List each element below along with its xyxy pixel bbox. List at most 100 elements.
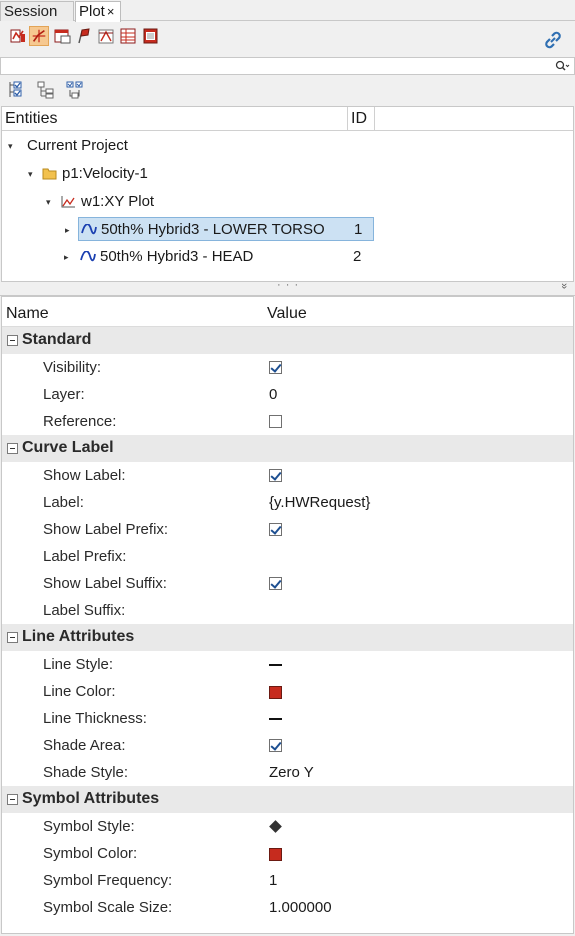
tree-item-curve-head[interactable]: ▸ 50th% Hybrid3 - HEAD 2	[64, 245, 374, 269]
collapse-group-icon[interactable]	[7, 794, 18, 805]
expand-arrow-icon[interactable]: ▸	[65, 218, 75, 242]
tree-item-label: 50th% Hybrid3 - LOWER TORSO	[101, 221, 325, 238]
prop-label-suffix: Label Suffix:	[2, 597, 573, 624]
prop-name: Shade Area:	[43, 737, 126, 754]
prop-symbol-color: Symbol Color:	[2, 840, 573, 867]
collapse-arrow-icon[interactable]: ▾	[28, 162, 38, 186]
prop-name: Show Label Suffix:	[43, 575, 167, 592]
print-icon[interactable]	[140, 26, 160, 46]
prop-name: Shade Style:	[43, 764, 129, 781]
prop-name: Symbol Style:	[43, 818, 135, 835]
group-title: Symbol Attributes	[22, 790, 160, 807]
prop-layer: Layer: 0	[2, 381, 573, 408]
tab-session-label: Session	[4, 3, 58, 20]
expand-arrow-icon[interactable]: ▸	[64, 245, 74, 269]
link-icon[interactable]	[541, 28, 565, 52]
show-label-checkbox[interactable]	[269, 469, 282, 482]
prop-symbol-style: Symbol Style:	[2, 813, 573, 840]
group-title: Line Attributes	[22, 628, 135, 645]
prop-symbol-scale-size: Symbol Scale Size: 1.000000	[2, 894, 573, 921]
splitter-grip[interactable]: · · ·	[277, 279, 299, 291]
line-thickness-swatch[interactable]	[269, 718, 282, 720]
visibility-checkbox[interactable]	[269, 361, 282, 374]
tree-item-page[interactable]: ▾ p1:Velocity-1	[2, 162, 573, 186]
datum-icon[interactable]	[96, 26, 116, 46]
prop-shade-area: Shade Area:	[2, 732, 573, 759]
tab-plot-label: Plot	[79, 3, 105, 20]
prop-show-label-suffix: Show Label Suffix:	[2, 570, 573, 597]
prop-name: Show Label:	[43, 467, 126, 484]
prop-name: Symbol Frequency:	[43, 872, 173, 889]
collapse-arrow-icon[interactable]: ▾	[8, 134, 18, 158]
expand-all-icon[interactable]	[7, 80, 27, 100]
collapse-group-icon[interactable]	[7, 335, 18, 346]
entities-column-header[interactable]: Entities	[5, 110, 57, 128]
tab-session[interactable]: Session	[0, 1, 74, 21]
prop-name: Symbol Color:	[43, 845, 138, 862]
reference-checkbox[interactable]	[269, 415, 282, 428]
tree-item-label: Current Project	[27, 137, 128, 154]
tab-bar: Session Plot ×	[0, 0, 575, 22]
tree-view-icon[interactable]	[36, 80, 56, 100]
group-standard[interactable]: Standard	[2, 327, 573, 354]
line-style-swatch[interactable]	[269, 664, 282, 666]
show-label-suffix-checkbox[interactable]	[269, 577, 282, 590]
plot-toolbar	[0, 22, 575, 58]
prop-name: Show Label Prefix:	[43, 521, 169, 538]
id-column-header[interactable]: ID	[347, 107, 375, 131]
show-label-prefix-checkbox[interactable]	[269, 523, 282, 536]
tree-item-curve-lower-torso[interactable]: ▸ 50th% Hybrid3 - LOWER TORSO 1	[65, 217, 374, 241]
group-curve-label[interactable]: Curve Label	[2, 435, 573, 462]
tree-item-label: p1:Velocity-1	[62, 165, 148, 182]
collapse-group-icon[interactable]	[7, 443, 18, 454]
group-line-attributes[interactable]: Line Attributes	[2, 624, 573, 651]
plot-browser-icon[interactable]	[8, 26, 28, 46]
prop-reference: Reference:	[2, 408, 573, 435]
window-icon[interactable]	[52, 26, 72, 46]
entities-panel: Entities ID ▾ Current Project ▾ p1:Veloc…	[1, 106, 574, 282]
line-color-swatch[interactable]	[269, 686, 282, 699]
xy-plot-icon	[61, 196, 75, 208]
prop-name: Label:	[43, 494, 84, 511]
prop-line-thickness: Line Thickness:	[2, 705, 573, 732]
sync-icon[interactable]	[65, 80, 85, 100]
tree-item-current-project[interactable]: ▾ Current Project	[2, 134, 573, 158]
tree-item-window[interactable]: ▾ w1:XY Plot	[2, 190, 573, 214]
search-input[interactable]	[0, 57, 575, 75]
tree-item-id: 2	[353, 248, 362, 265]
table-icon[interactable]	[118, 26, 138, 46]
symbol-color-swatch[interactable]	[269, 848, 282, 861]
diamond-symbol-icon[interactable]	[269, 820, 282, 833]
shade-style-value[interactable]: Zero Y	[269, 764, 314, 781]
prop-label: Label: {y.HWRequest}	[2, 489, 573, 516]
group-title: Curve Label	[22, 439, 114, 456]
prop-name: Line Color:	[43, 683, 116, 700]
tree-item-label: w1:XY Plot	[81, 193, 155, 210]
layer-value[interactable]: 0	[269, 386, 277, 403]
symbol-frequency-value[interactable]: 1	[269, 872, 277, 889]
curve-tool-icon[interactable]	[29, 26, 49, 46]
prop-name: Line Thickness:	[43, 710, 147, 727]
prop-symbol-frequency: Symbol Frequency: 1	[2, 867, 573, 894]
name-column-header: Name	[6, 305, 49, 322]
prop-name: Reference:	[43, 413, 117, 430]
prop-name: Layer:	[43, 386, 85, 403]
prop-line-color: Line Color:	[2, 678, 573, 705]
symbol-scale-size-value[interactable]: 1.000000	[269, 899, 332, 916]
prop-name: Symbol Scale Size:	[43, 899, 173, 916]
prop-line-style: Line Style:	[2, 651, 573, 678]
prop-name: Visibility:	[43, 359, 102, 376]
prop-show-label-prefix: Show Label Prefix:	[2, 516, 573, 543]
label-value[interactable]: {y.HWRequest}	[269, 494, 370, 511]
collapse-panel-icon[interactable]: »	[558, 283, 570, 289]
note-icon[interactable]	[74, 26, 94, 46]
group-symbol-attributes[interactable]: Symbol Attributes	[2, 786, 573, 813]
prop-name: Label Suffix:	[43, 602, 126, 619]
tab-plot[interactable]: Plot ×	[75, 1, 121, 22]
shade-area-checkbox[interactable]	[269, 739, 282, 752]
close-icon[interactable]: ×	[107, 4, 115, 19]
search-icon[interactable]	[554, 59, 570, 73]
collapse-arrow-icon[interactable]: ▾	[46, 190, 56, 214]
panel-splitter[interactable]: · · · »	[0, 279, 575, 296]
collapse-group-icon[interactable]	[7, 632, 18, 643]
